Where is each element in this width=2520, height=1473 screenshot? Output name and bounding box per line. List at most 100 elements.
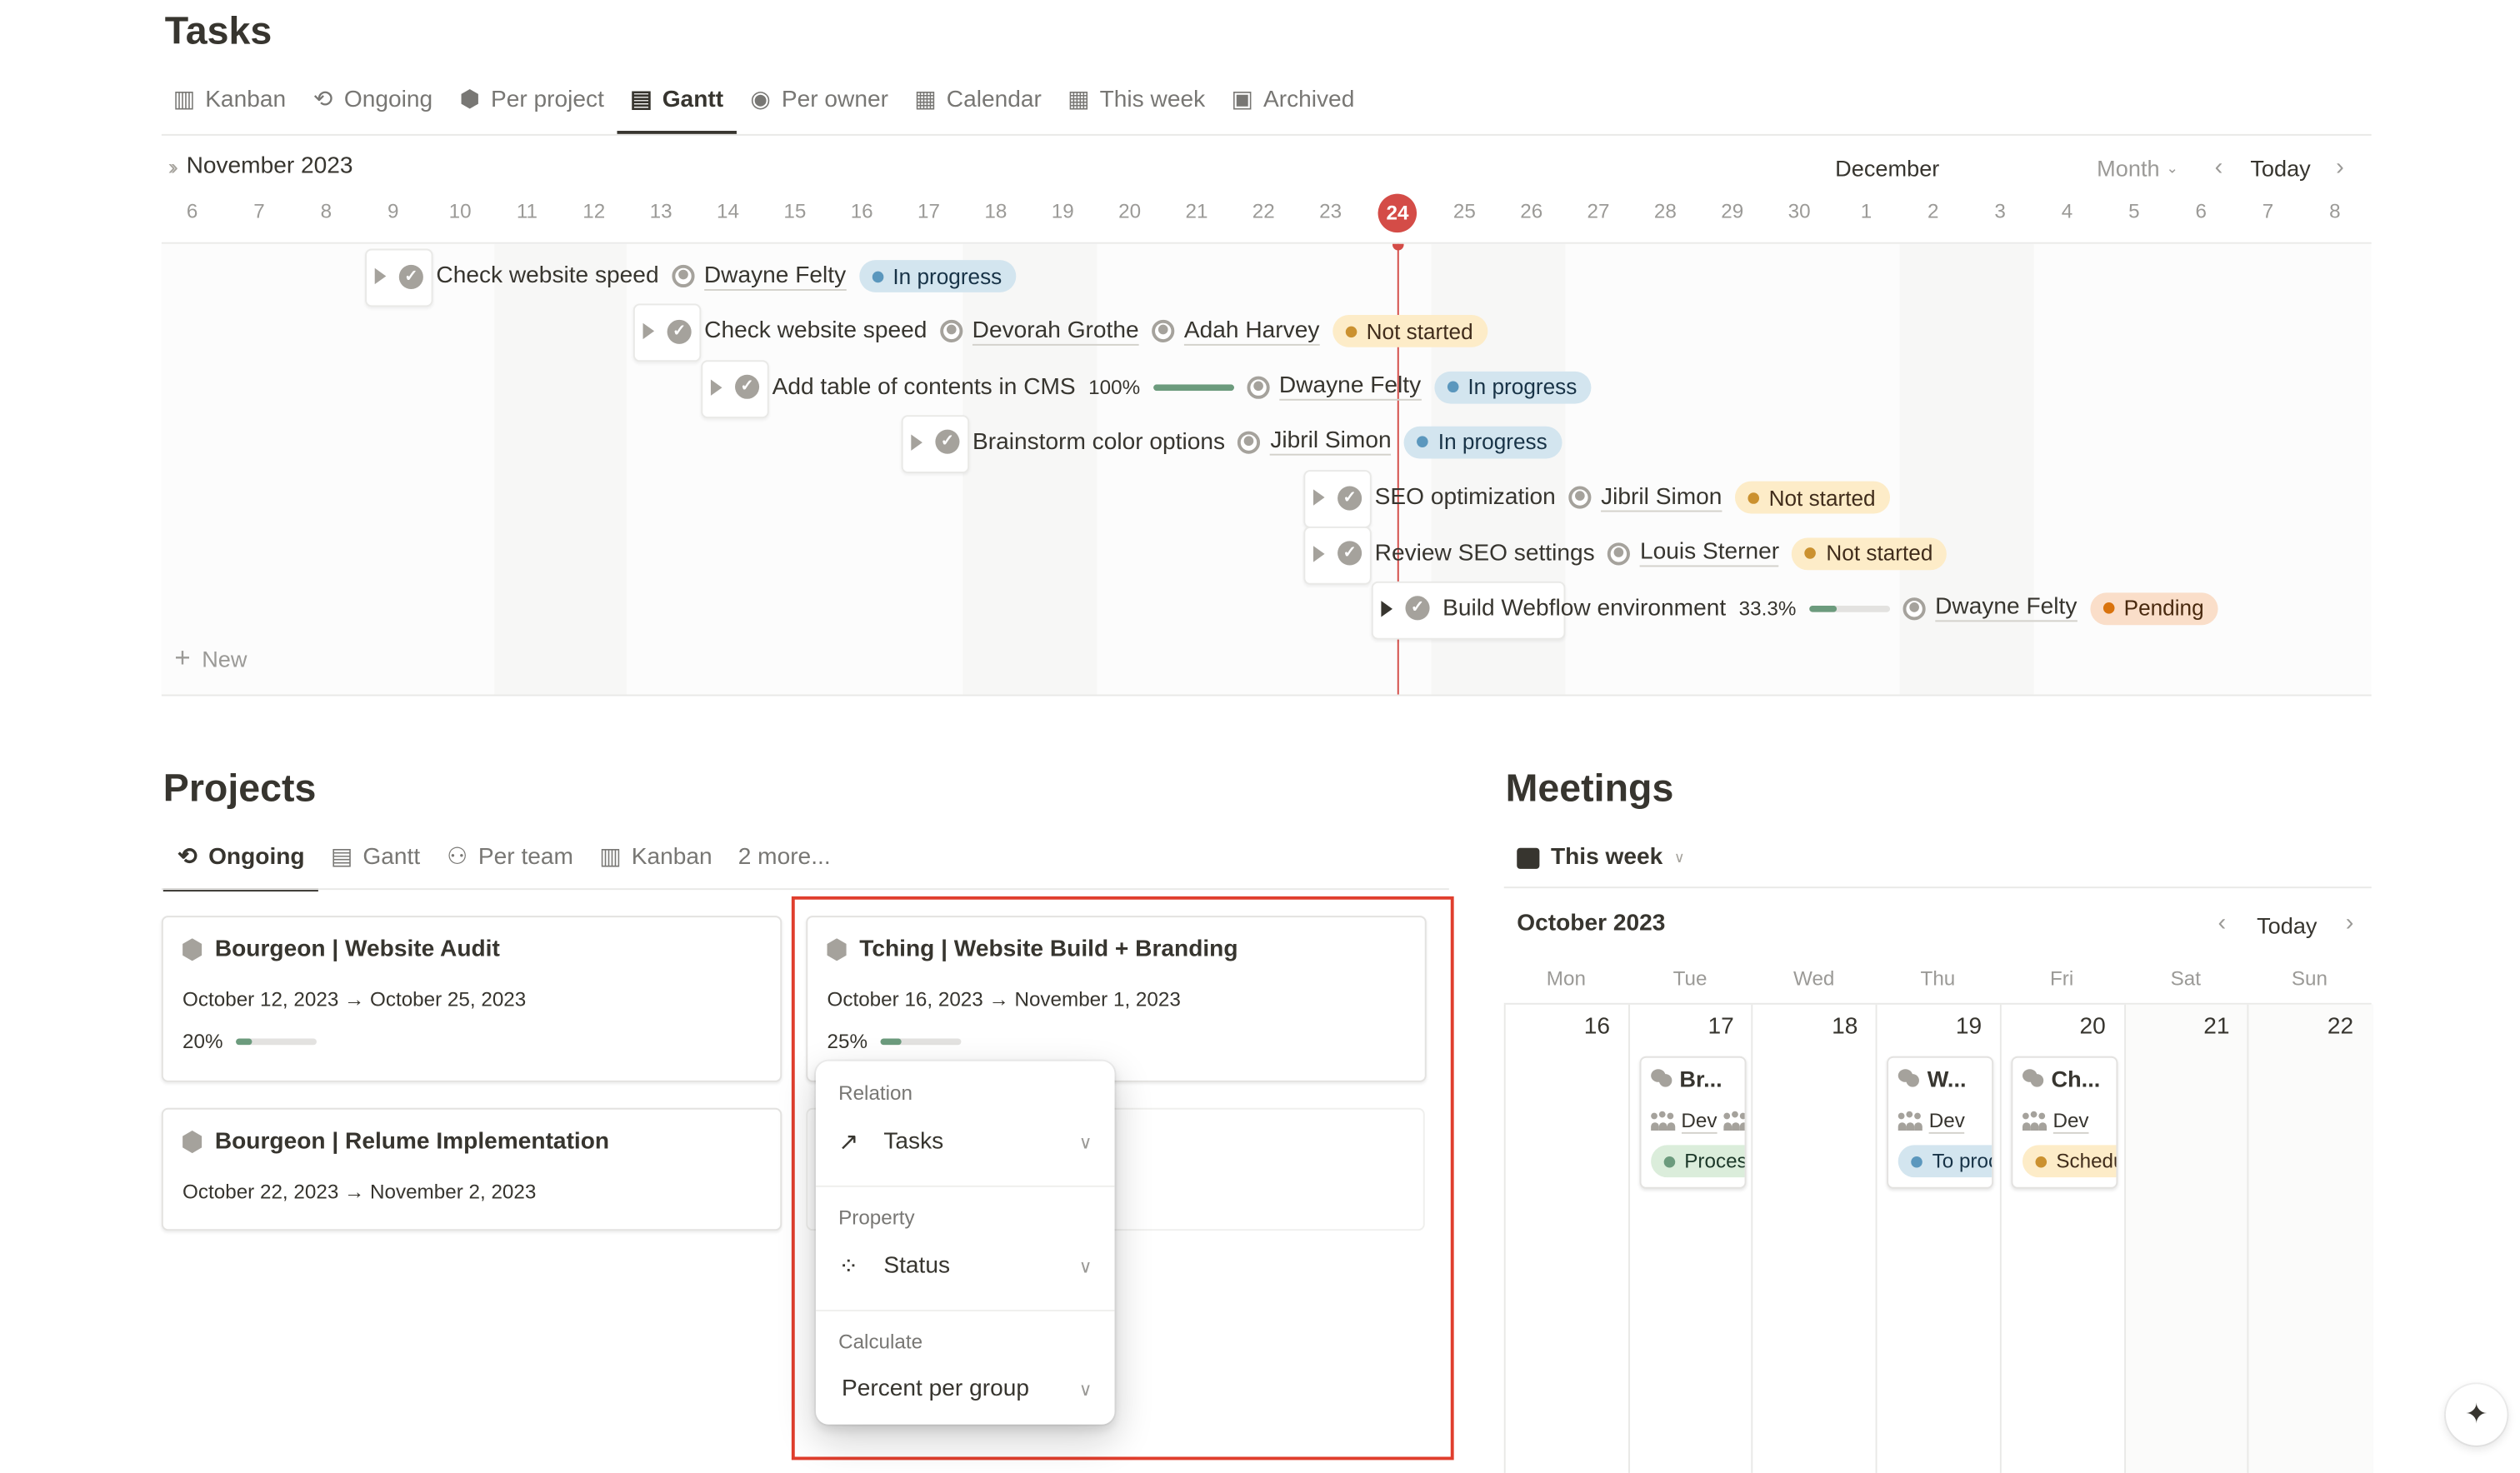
status-label: In progress — [892, 263, 1002, 289]
calculate-select[interactable]: Percent per group ∨ — [842, 1376, 1092, 1402]
assignee[interactable]: Dwayne Felty — [1247, 373, 1422, 401]
assignee[interactable]: Jibril Simon — [1568, 484, 1722, 512]
day-label: 14 — [716, 200, 739, 223]
calculate-value: Percent per group — [841, 1376, 1029, 1402]
meeting-team: Dev — [1898, 1110, 1965, 1134]
status-label: Pending — [2123, 596, 2204, 621]
gantt-row[interactable]: ✓ Add table of contents in CMS 100% Dwayne … — [710, 364, 1592, 409]
task-progress-label: 100% — [1088, 375, 1141, 399]
meeting-name: Ch... — [2051, 1066, 2101, 1092]
avatar-icon — [1608, 542, 1631, 565]
tab-2-more[interactable]: 2 more... — [725, 826, 843, 891]
assignee-name: Jibril Simon — [1270, 428, 1392, 457]
project-card[interactable]: Tching | Website Build + Branding Octobe… — [806, 916, 1427, 1082]
gantt-row[interactable]: ✓ Check website speed Dwayne Felty In progr… — [374, 253, 1017, 298]
meeting-card[interactable]: Br... Dev Processing — [1638, 1056, 1746, 1189]
next-button[interactable]: › — [2336, 153, 2344, 181]
assignee[interactable]: Devorah Grothe — [939, 317, 1139, 346]
calendar-date: 19 — [1955, 1014, 1982, 1041]
tab-archived[interactable]: ▣ Archived — [1218, 67, 1368, 132]
assignee[interactable]: Dwayne Felty — [672, 262, 847, 290]
today-button[interactable]: Today — [2250, 155, 2310, 181]
tab-per-project[interactable]: ⬢ Per project — [446, 67, 618, 132]
tab-calendar[interactable]: ▦ Calendar — [902, 67, 1055, 132]
ai-assistant-button[interactable]: ✦ — [2445, 1384, 2508, 1446]
day-label: 12 — [582, 200, 606, 223]
relation-select[interactable]: ↗ Tasks ∨ — [838, 1127, 1092, 1156]
task-name: Brainstorm color options — [972, 429, 1226, 456]
task-name: Add table of contents in CMS — [772, 373, 1076, 400]
chevron-down-icon: ∨ — [1078, 1380, 1092, 1400]
calendar-day-cell[interactable]: 21 — [2123, 1004, 2249, 1473]
property-select[interactable]: ⁘ Status ∨ — [838, 1251, 1092, 1281]
tab-per-team[interactable]: ⚇ Per team — [433, 826, 587, 891]
expand-toggle-icon[interactable] — [374, 267, 387, 285]
assignee[interactable]: Adah Harvey — [1152, 317, 1320, 346]
tab-kanban[interactable]: ▥ Kanban — [586, 826, 725, 891]
tab-gantt[interactable]: ▤ Gantt — [318, 826, 433, 891]
task-name: Check website speed — [704, 318, 928, 345]
expand-toggle-icon[interactable] — [911, 434, 922, 451]
weekday-header: Mon Tue Wed Thu Fri Sat Sun — [1504, 967, 2372, 993]
project-card[interactable]: Bourgeon | Relume Implementation October… — [161, 1107, 782, 1231]
gantt-row[interactable]: ✓ SEO optimization Jibril Simon Not started — [1313, 475, 1891, 520]
new-label: New — [202, 646, 248, 672]
task-check-icon: ✓ — [1338, 541, 1362, 566]
meeting-card[interactable]: Ch... Dev Scheduled — [2011, 1056, 2118, 1189]
gantt-row[interactable]: ✓ Brainstorm color options Jibril Simon In … — [911, 420, 1562, 465]
board-icon: ▥ — [599, 844, 622, 871]
calendar-day-cell[interactable]: 18 — [1752, 1004, 1878, 1473]
day-label: 27 — [1587, 200, 1610, 223]
cube-icon — [827, 938, 847, 961]
gantt-row[interactable]: ✓ Review SEO settings Louis Sterner Not sta… — [1313, 531, 1948, 576]
meeting-title: W... — [1898, 1066, 1967, 1091]
tab-per-owner[interactable]: ◉ Per owner — [737, 67, 902, 132]
tab-this-week[interactable]: ▦ This week — [1054, 67, 1218, 132]
progress-label: 20% — [182, 1030, 223, 1053]
status-dot — [1748, 492, 1759, 504]
tab-gantt[interactable]: ▤ Gantt — [617, 67, 737, 134]
tab-kanban[interactable]: ▥ Kanban — [160, 67, 299, 132]
expand-toggle-icon[interactable] — [1381, 600, 1392, 617]
expand-toggle-icon[interactable] — [1313, 489, 1325, 507]
day-label: 9 — [387, 200, 399, 223]
gantt-row[interactable]: ✓ Check website speed Devorah Grothe Adah H… — [642, 309, 1488, 354]
status-label: Not started — [1768, 485, 1876, 510]
next-week-button[interactable]: › — [2346, 909, 2354, 936]
property-section: Property ⁘ Status ∨ — [815, 1186, 1115, 1312]
day-label: 5 — [2128, 200, 2140, 223]
tab-ongoing[interactable]: ⟲ Ongoing — [162, 826, 318, 892]
project-card[interactable]: Bourgeon | Website Audit October 12, 202… — [161, 916, 782, 1082]
expand-toggle-icon[interactable] — [1313, 545, 1325, 562]
day-label: 21 — [1185, 200, 1208, 223]
assignee[interactable]: Louis Sterner — [1608, 539, 1780, 567]
calendar-day-cell[interactable]: 16 — [1503, 1004, 1630, 1473]
status-badge: Pending — [2089, 592, 2219, 625]
day-label: 25 — [1452, 200, 1476, 223]
timeline-icon: ▤ — [330, 844, 353, 871]
task-name: Review SEO settings — [1374, 540, 1595, 567]
meeting-card[interactable]: W... Dev To process — [1887, 1056, 1994, 1189]
weekday-label: Tue — [1672, 967, 1708, 991]
gantt-scale-select[interactable]: Month ⌄ — [2097, 155, 2178, 181]
gantt-row[interactable]: ✓ Build Webflow environment 33.3% Dwayne Fe… — [1381, 586, 2219, 631]
previous-week-button[interactable]: ‹ — [2218, 909, 2227, 936]
board-icon: ▥ — [172, 87, 196, 113]
assignee[interactable]: Dwayne Felty — [1902, 595, 2078, 622]
assignee[interactable]: Jibril Simon — [1238, 428, 1392, 457]
weekday-label: Thu — [1920, 967, 1956, 991]
team-name: Dev — [2052, 1109, 2089, 1134]
new-task-button[interactable]: + New — [174, 643, 247, 676]
day-label: 16 — [850, 200, 873, 223]
previous-button[interactable]: ‹ — [2215, 153, 2223, 181]
status-badge: Processing — [1650, 1145, 1744, 1178]
calendar-day-cell[interactable]: 22 — [2247, 1004, 2373, 1473]
expand-toggle-icon[interactable] — [642, 323, 655, 340]
tab-label: Per project — [490, 87, 604, 113]
calendar-month-label: October 2023 — [1517, 911, 1666, 937]
meetings-view-select[interactable]: This week ∨ — [1517, 840, 1685, 876]
collapse-sidebar-icon[interactable]: ›› — [168, 153, 179, 179]
tab-ongoing[interactable]: ⟲ Ongoing — [299, 67, 446, 132]
calendar-today-button[interactable]: Today — [2257, 912, 2317, 938]
expand-toggle-icon[interactable] — [710, 378, 722, 396]
